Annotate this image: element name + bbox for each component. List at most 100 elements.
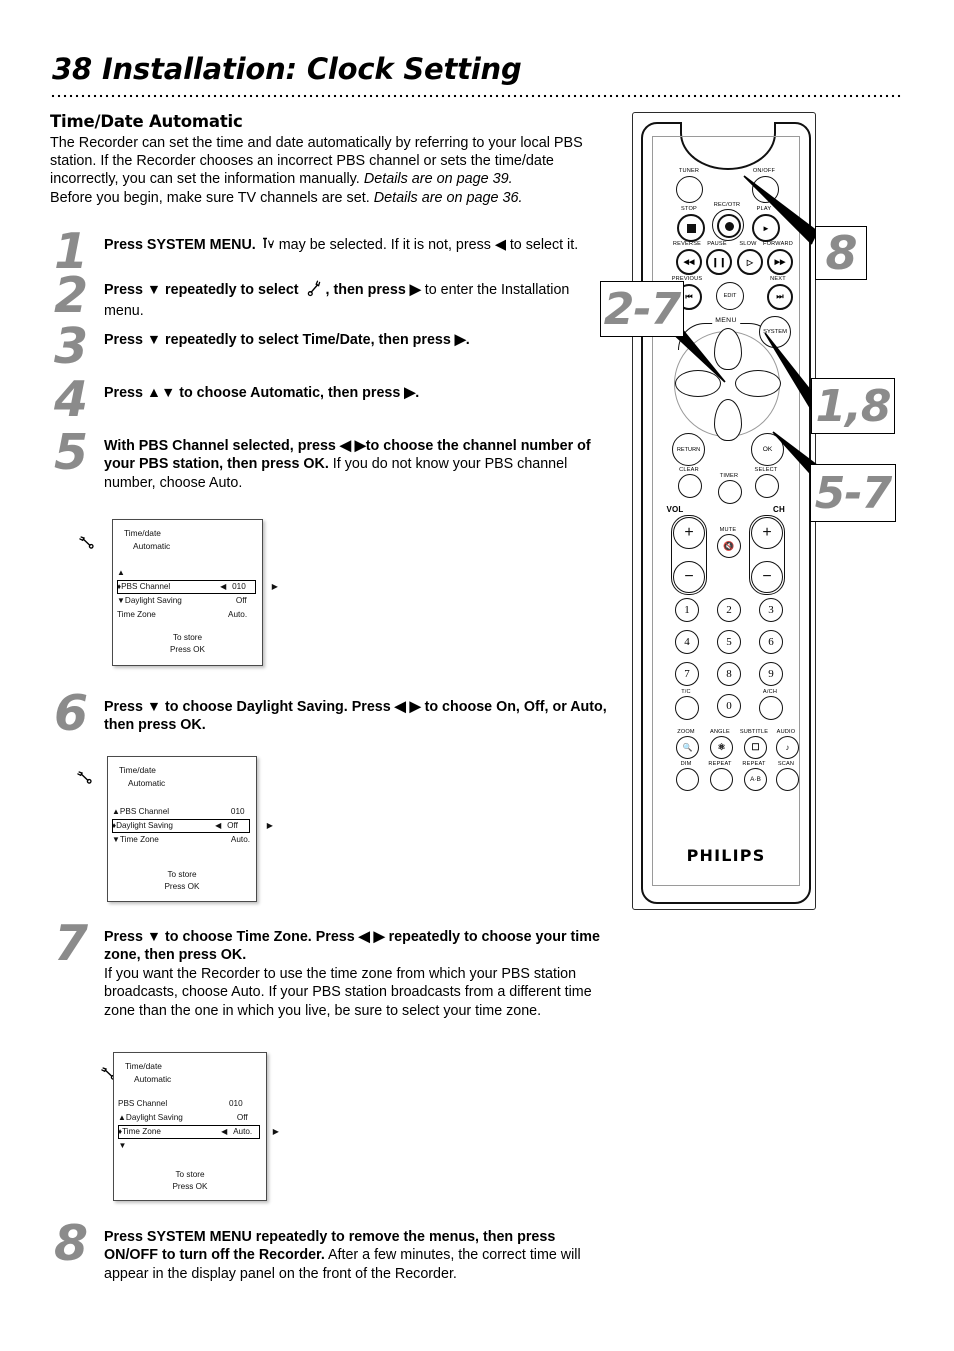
osd3-row3-marker: ▼: [118, 1141, 127, 1150]
system-menu-button[interactable]: SYSTEM: [759, 316, 791, 348]
subtitle-icon: ☐: [751, 742, 760, 752]
step-2: 2 Press ▼ repeatedly to select , then pr…: [50, 271, 610, 331]
osd3-title-line1: Time/date: [125, 1061, 162, 1071]
numpad-6-label: 6: [768, 636, 774, 648]
step-3-number: 3: [54, 318, 88, 375]
right-arrow-icon[interactable]: ▶: [266, 580, 278, 594]
repeat-button[interactable]: [710, 768, 733, 791]
numpad-7[interactable]: 7: [675, 662, 699, 686]
angle-button[interactable]: ⚛: [710, 736, 733, 759]
step-3: 3 Press ▼ repeatedly to select Time/Date…: [50, 322, 610, 384]
ok-button[interactable]: OK: [751, 433, 784, 466]
steps-1-5: 1 Press SYSTEM MENU. may be selected. If…: [50, 227, 610, 495]
osd2-row-time-zone[interactable]: ▼ Time Zone Auto.: [112, 833, 250, 847]
left-arrow-icon[interactable]: ◀: [221, 1125, 233, 1139]
timer-button[interactable]: [718, 480, 742, 504]
step-8-body: Press SYSTEM MENU repeatedly to remove t…: [104, 1228, 610, 1283]
osd3-row-daylight-saving[interactable]: ▲ Daylight Saving Off: [118, 1111, 260, 1125]
play-icon: ►: [762, 223, 770, 233]
osd-time-zone: Time/date Automatic PBS Channel 010 ▲ Da…: [113, 1052, 279, 1201]
dpad-up-button[interactable]: [714, 328, 742, 370]
right-arrow-icon[interactable]: ▶: [261, 819, 273, 833]
step-4-number: 4: [54, 371, 88, 428]
osd1-row0-marker: ▲: [117, 568, 125, 577]
step-6-bold: Press ▼ to choose Daylight Saving. Press…: [104, 699, 607, 734]
step-7: 7 Press ▼ to choose Time Zone. Press ◀ ▶…: [50, 919, 610, 1020]
osd2-row-pbs-channel[interactable]: ▲ PBS Channel 010: [112, 805, 250, 819]
dpad-left-button[interactable]: [675, 370, 721, 397]
mute-button[interactable]: 🔇: [717, 534, 741, 558]
repeat-ab-label: A·B: [750, 776, 761, 783]
return-label: RETURN: [676, 446, 701, 453]
step-8-number: 8: [54, 1215, 88, 1272]
osd2-rows: ▲ PBS Channel 010 ♦ Daylight Saving ◀ Of…: [112, 805, 273, 847]
caption-audio: AUDIO: [776, 729, 796, 735]
audio-button[interactable]: ♪: [776, 736, 799, 759]
reverse-button[interactable]: ◀◀: [676, 249, 702, 275]
ch-down-button[interactable]: −: [751, 561, 783, 593]
system-label: SYSTEM: [763, 329, 787, 335]
clear-button[interactable]: [678, 474, 702, 498]
scan-button[interactable]: [776, 768, 799, 791]
edit-button[interactable]: EDIT: [716, 282, 744, 310]
right-arrow-icon[interactable]: ▶: [267, 1125, 279, 1139]
osd3-row2-label: Time Zone: [122, 1127, 161, 1136]
dim-button[interactable]: [676, 768, 699, 791]
numpad-3[interactable]: 3: [759, 598, 783, 622]
caption-recotr: REC/OTR: [713, 202, 741, 208]
numpad-0[interactable]: 0: [717, 694, 741, 718]
numpad-2[interactable]: 2: [717, 598, 741, 622]
callout-5-7-label: 5-7: [814, 467, 892, 519]
numpad-9[interactable]: 9: [759, 662, 783, 686]
numpad-1[interactable]: 1: [675, 598, 699, 622]
osd3-row-pbs-channel[interactable]: PBS Channel 010: [118, 1097, 260, 1111]
caption-scan: SCAN: [777, 761, 795, 767]
intro-block: Time/Date Automatic The Recorder can set…: [50, 112, 610, 207]
numpad-5[interactable]: 5: [717, 630, 741, 654]
tuner-button[interactable]: [676, 176, 703, 203]
subtitle-button[interactable]: ☐: [744, 736, 767, 759]
numpad-6[interactable]: 6: [759, 630, 783, 654]
osd1-row-daylight-saving[interactable]: ▼ Daylight Saving Off: [117, 594, 256, 608]
record-button[interactable]: [717, 214, 741, 238]
osd3-row-time-zone[interactable]: ♦ Time Zone ◀ Auto. ▶: [118, 1125, 279, 1139]
vol-down-button[interactable]: −: [673, 561, 705, 593]
pause-button[interactable]: ❙❙: [706, 249, 732, 275]
dpad-down-button[interactable]: [714, 399, 742, 441]
vol-up-button[interactable]: +: [673, 517, 705, 549]
menu-label: MENU: [712, 317, 740, 324]
tc-button[interactable]: [675, 696, 699, 720]
osd2-row-daylight-saving[interactable]: ♦ Daylight Saving ◀ Off ▶: [112, 819, 273, 833]
angle-icon: ⚛: [717, 742, 726, 752]
vol-plus-label: +: [684, 524, 694, 541]
osd-daylight-saving: Time/date Automatic ▲ PBS Channel 010 ♦ …: [107, 756, 273, 902]
ch-up-button[interactable]: +: [751, 517, 783, 549]
step-8: 8 Press SYSTEM MENU repeatedly to remove…: [50, 1219, 610, 1283]
osd1-row-time-zone[interactable]: Time Zone Auto.: [117, 608, 256, 622]
caption-ach: A/CH: [762, 689, 778, 695]
left-arrow-icon[interactable]: ◀: [215, 819, 227, 833]
zoom-button[interactable]: 🔍: [676, 736, 699, 759]
osd3-row2-value: Auto.: [233, 1127, 253, 1136]
return-button[interactable]: RETURN: [672, 433, 705, 466]
slow-button[interactable]: ▷: [737, 249, 763, 275]
select-button[interactable]: [755, 474, 779, 498]
numpad-4[interactable]: 4: [675, 630, 699, 654]
repeat-ab-button[interactable]: A·B: [744, 768, 767, 791]
mute-icon: 🔇: [723, 540, 735, 551]
stop-button[interactable]: [677, 214, 705, 242]
osd1-row-pbs-channel[interactable]: ♦ PBS Channel ◀ 010 ▶: [117, 580, 278, 594]
numpad-8[interactable]: 8: [717, 662, 741, 686]
caption-zoom: ZOOM: [677, 729, 695, 735]
caption-onoff: ON/OFF: [752, 168, 776, 174]
forward-button[interactable]: ▶▶: [767, 249, 793, 275]
next-button[interactable]: ⏭: [767, 284, 793, 310]
left-arrow-icon[interactable]: ◀: [220, 580, 232, 594]
osd1-row3-value: Auto.: [228, 610, 248, 619]
ach-button[interactable]: [759, 696, 783, 720]
step-5: 5 With PBS Channel selected, press ◀ ▶to…: [50, 428, 610, 495]
onoff-button[interactable]: [752, 176, 779, 203]
dpad-right-button[interactable]: [735, 370, 781, 397]
play-button[interactable]: ►: [752, 214, 780, 242]
caption-vol: VOL: [666, 505, 684, 514]
